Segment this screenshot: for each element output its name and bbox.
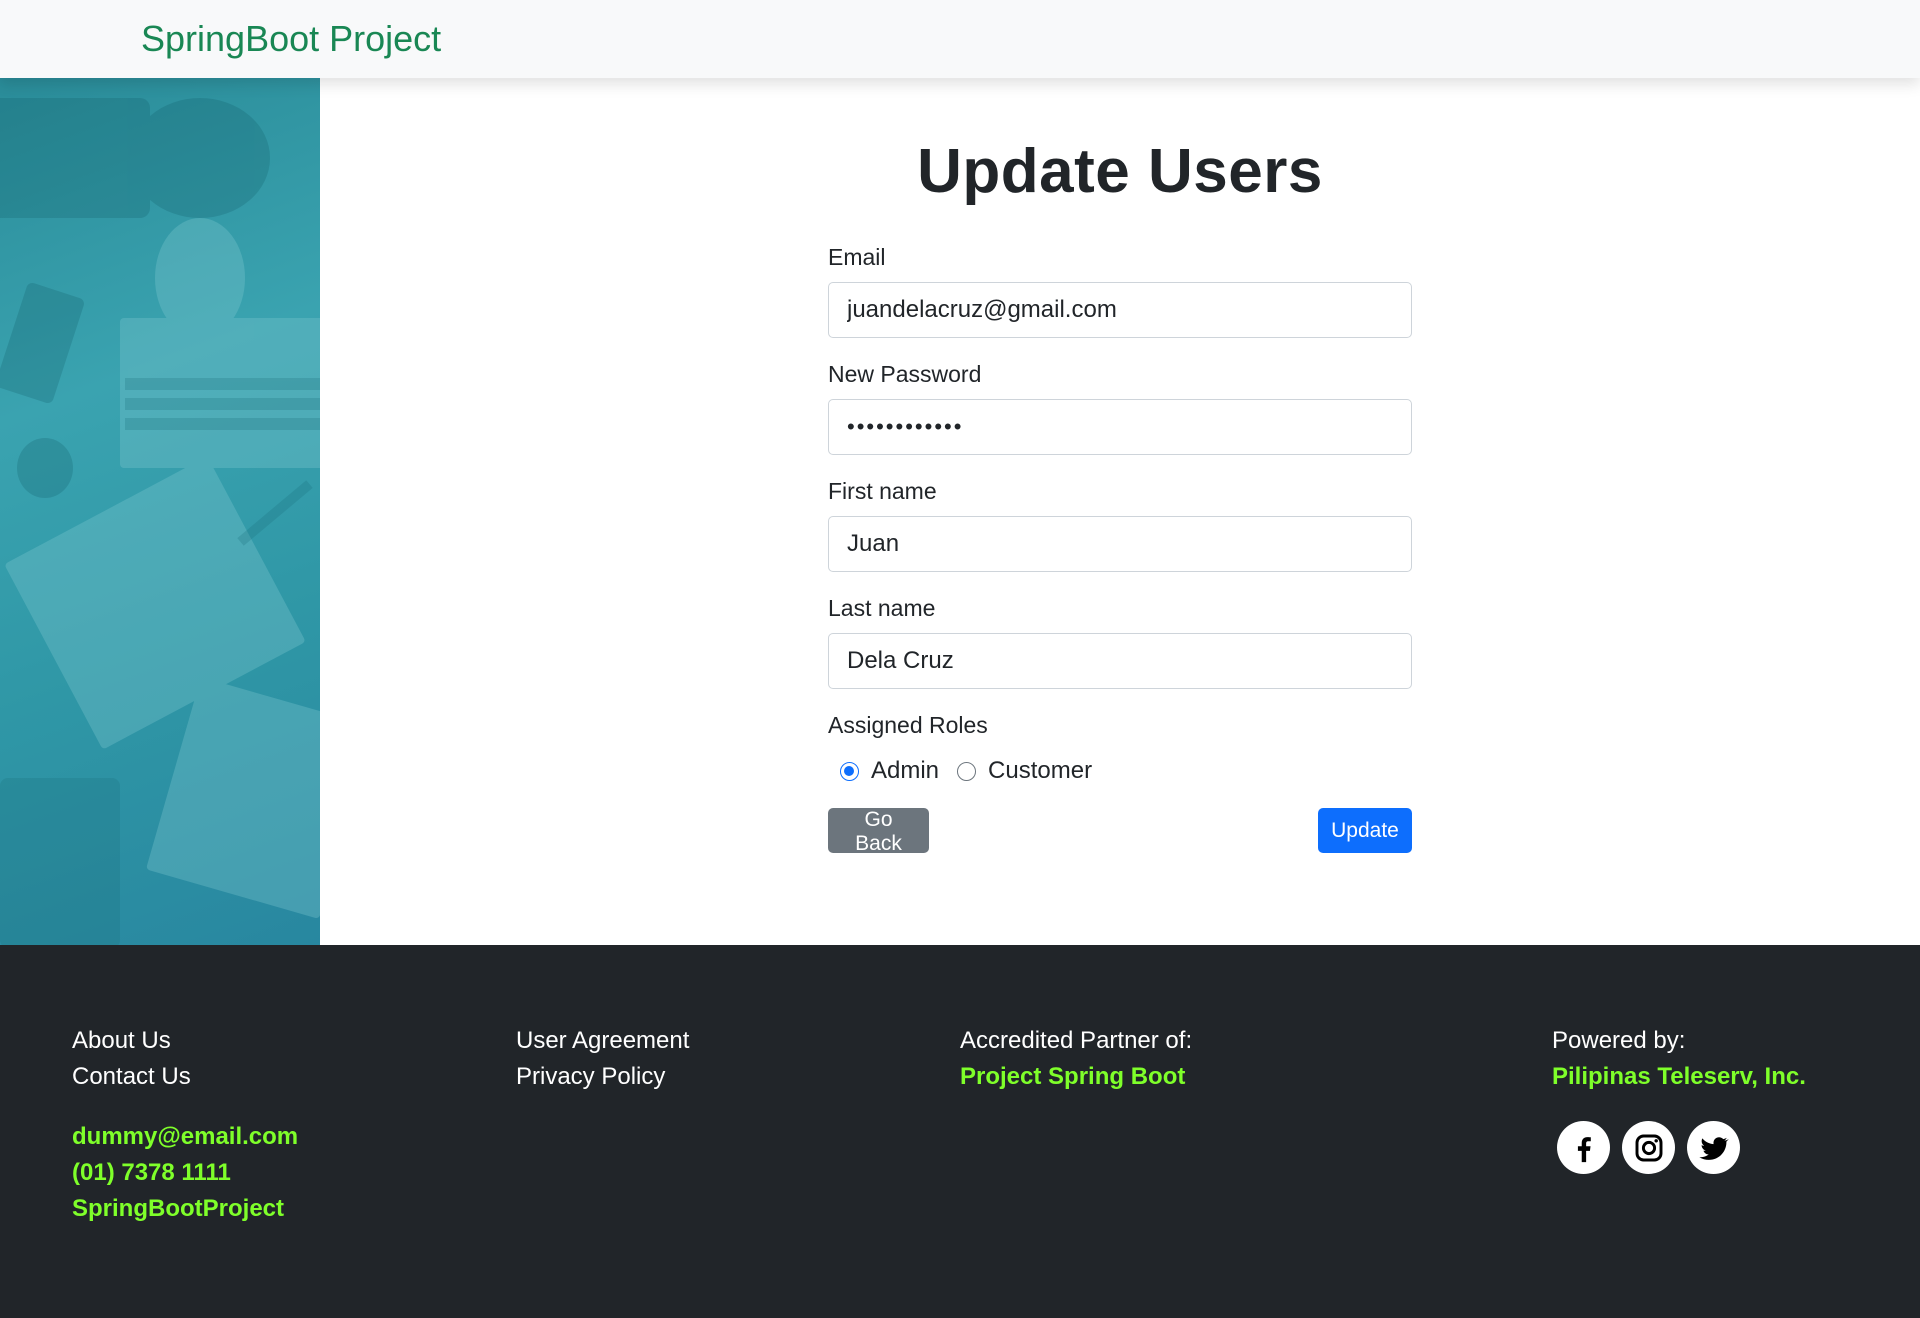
contact-info: dummy@email.com (01) 7378 1111 SpringBoo… <box>72 1119 298 1227</box>
last-name-label: Last name <box>828 595 936 621</box>
first-name-field[interactable] <box>828 516 1412 572</box>
footer-column-partner: Accredited Partner of: Project Spring Bo… <box>960 1023 1192 1095</box>
accredited-partner-label: Accredited Partner of: <box>960 1027 1193 1054</box>
email-label: Email <box>828 244 886 270</box>
roles-radio-group: Admin Customer <box>840 754 1412 788</box>
user-agreement-link[interactable]: User Agreement <box>516 1023 689 1059</box>
admin-radio-label[interactable]: Admin <box>871 757 939 785</box>
customer-radio[interactable] <box>957 761 977 781</box>
contact-us-link[interactable]: Contact Us <box>72 1059 298 1095</box>
new-password-field[interactable] <box>828 399 1412 455</box>
footer-column-powered: Powered by: Pilipinas Teleserv, Inc. <box>1552 1023 1806 1174</box>
social-links <box>1557 1121 1806 1174</box>
form-actions: Go Back Update <box>828 808 1412 855</box>
navbar: SpringBoot Project <box>0 0 1920 78</box>
first-name-label: First name <box>828 478 937 504</box>
facebook-icon[interactable] <box>1557 1121 1610 1174</box>
footer-column-about: About Us Contact Us dummy@email.com (01)… <box>72 1023 298 1227</box>
privacy-policy-link[interactable]: Privacy Policy <box>516 1059 689 1095</box>
go-back-button[interactable]: Go Back <box>828 808 929 855</box>
contact-email: dummy@email.com <box>72 1123 299 1150</box>
customer-radio-label[interactable]: Customer <box>988 757 1092 785</box>
assigned-roles-label: Assigned Roles <box>828 712 988 738</box>
partner-name: Project Spring Boot <box>960 1063 1186 1090</box>
new-password-label: New Password <box>828 361 982 387</box>
about-us-link[interactable]: About Us <box>72 1023 298 1059</box>
side-background-image <box>0 78 320 945</box>
email-field[interactable] <box>828 282 1412 338</box>
footer-column-legal: User Agreement Privacy Policy <box>516 1023 689 1095</box>
page-title: Update Users <box>917 137 1323 206</box>
contact-handle: SpringBootProject <box>72 1195 285 1222</box>
last-name-field[interactable] <box>828 633 1412 689</box>
update-user-form: Email New Password First name Last name … <box>828 243 1412 855</box>
contact-phone: (01) 7378 1111 <box>72 1159 231 1186</box>
twitter-icon[interactable] <box>1687 1121 1740 1174</box>
admin-radio[interactable] <box>840 761 859 781</box>
navbar-brand[interactable]: SpringBoot Project <box>141 18 441 60</box>
powered-by-label: Powered by: <box>1552 1027 1686 1054</box>
powered-by-company: Pilipinas Teleserv, Inc. <box>1552 1063 1806 1090</box>
main-content: Update Users Email New Password First na… <box>320 78 1920 945</box>
instagram-icon[interactable] <box>1622 1121 1675 1174</box>
update-button[interactable]: Update <box>1318 808 1412 853</box>
footer: About Us Contact Us dummy@email.com (01)… <box>0 945 1920 1318</box>
